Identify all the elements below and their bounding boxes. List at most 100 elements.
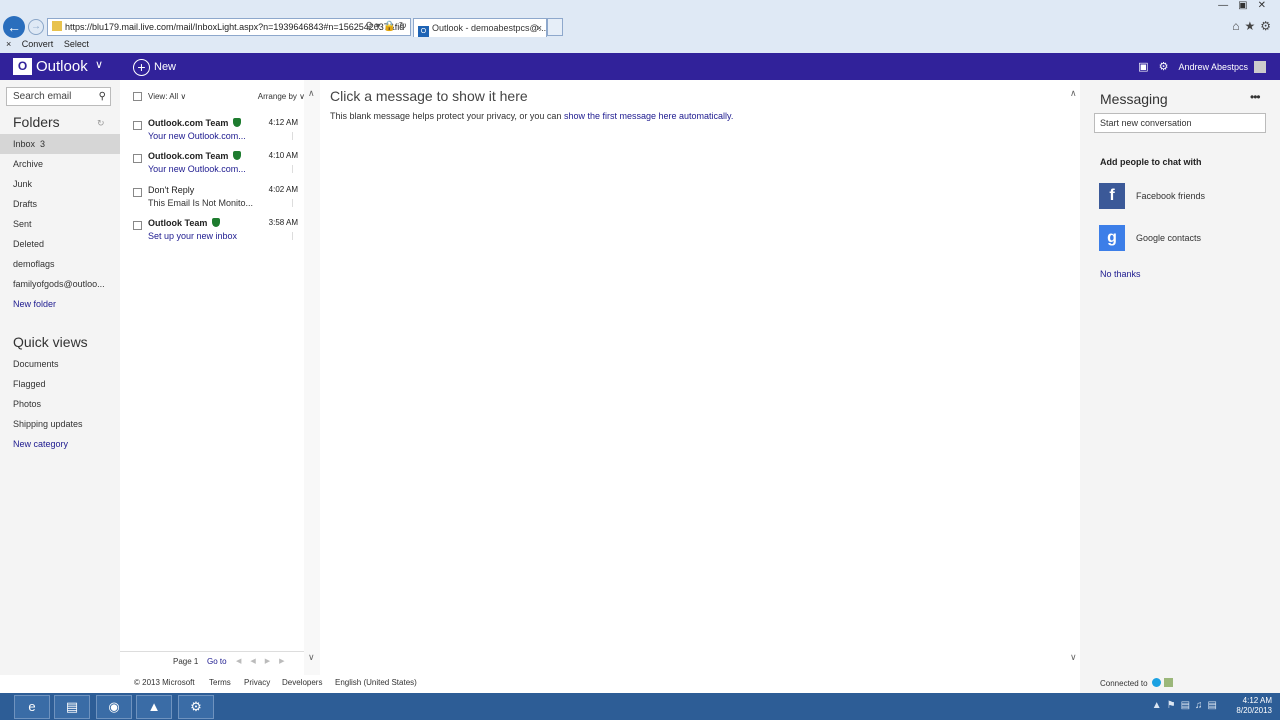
scroll-up-icon[interactable]: ∧: [308, 88, 315, 99]
chrome-icon[interactable]: ◉: [96, 695, 132, 719]
folder-drafts[interactable]: Drafts: [0, 194, 120, 214]
quick-view-shipping-updates[interactable]: Shipping updates: [0, 414, 120, 434]
folder-junk[interactable]: Junk: [0, 174, 120, 194]
list-item[interactable]: Outlook.com Team 4:10 AM Your new Outloo…: [133, 151, 298, 181]
search-icon[interactable]: ⚲: [99, 88, 106, 105]
quick-view-flagged[interactable]: Flagged: [0, 374, 120, 394]
facebook-icon: f: [1099, 183, 1125, 209]
message-checkbox[interactable]: [133, 121, 142, 130]
folder-label: Sent: [13, 219, 32, 229]
flag-icon[interactable]: [292, 165, 298, 173]
browser-toolbar-icons[interactable]: ⌂★⚙: [1232, 19, 1276, 33]
new-category-link[interactable]: New category: [0, 434, 120, 454]
select-all-checkbox[interactable]: [133, 92, 142, 101]
folder-sent[interactable]: Sent: [0, 214, 120, 234]
new-tab-button[interactable]: [547, 18, 563, 36]
list-header: View: All ∨ Arrange by ∨: [133, 92, 305, 102]
message-checkbox[interactable]: [133, 154, 142, 163]
privacy-note: This blank message helps protect your pr…: [330, 111, 564, 121]
folder-icon[interactable]: ▤: [54, 695, 90, 719]
message-checkbox[interactable]: [133, 221, 142, 230]
messaging-pane: Messaging ••• Start new conversation Add…: [1080, 80, 1280, 693]
sender-name: Outlook.com Team: [148, 151, 229, 161]
scroll-down-icon[interactable]: ∨: [1070, 652, 1077, 663]
forward-arrow-icon[interactable]: →: [28, 19, 44, 35]
user-name[interactable]: Andrew Abestpcs: [1178, 62, 1248, 72]
facebook-label: Facebook friends: [1136, 191, 1206, 201]
message-subject: Your new Outlook.com...: [148, 131, 246, 141]
message-sender: Outlook Team: [148, 218, 221, 228]
clock[interactable]: 4:12 AM 8/20/2013: [1236, 696, 1272, 716]
chevron-down-icon: ∨: [180, 92, 187, 101]
logo-text: Outlook: [36, 58, 88, 75]
avatar[interactable]: [1254, 60, 1266, 73]
system-tray-icons[interactable]: ▲⚑▤♫▤: [1152, 700, 1222, 711]
flag-icon[interactable]: [292, 199, 298, 207]
address-bar-icons[interactable]: ⚲ ▾ 🔒 ↻: [365, 19, 407, 35]
arrange-by-label: Arrange by: [257, 92, 297, 101]
facebook-friends-button[interactable]: f Facebook friends: [1099, 183, 1205, 209]
developers-link[interactable]: Developers: [282, 675, 322, 691]
list-scrollbar[interactable]: ∧ ∨: [304, 80, 320, 675]
search-input[interactable]: Search email ⚲: [6, 87, 111, 106]
arrange-by-dropdown[interactable]: Arrange by ∨: [258, 92, 305, 101]
gear-icon[interactable]: ⚙: [1159, 60, 1169, 73]
quick-view-photos[interactable]: Photos: [0, 394, 120, 414]
message-subject: Your new Outlook.com...: [148, 164, 246, 174]
more-options-icon[interactable]: •••: [1250, 90, 1261, 104]
quick-view-documents[interactable]: Documents: [0, 354, 120, 374]
back-arrow-icon[interactable]: ←: [3, 16, 25, 38]
new-folder-link[interactable]: New folder: [0, 294, 120, 314]
folder-inbox[interactable]: Inbox 3: [0, 134, 120, 154]
chevron-down-icon[interactable]: ∨: [95, 58, 103, 71]
pager-arrows-icon[interactable]: ◀◀▶▶: [236, 652, 294, 672]
new-label: New: [154, 61, 177, 73]
terms-link[interactable]: Terms: [209, 675, 231, 691]
window-controls[interactable]: —▣✕: [1218, 0, 1276, 11]
skype-icon: [1151, 678, 1161, 687]
unread-count-badge: 3: [40, 139, 46, 149]
show-first-message-link[interactable]: show the first message here automaticall…: [564, 111, 733, 121]
no-thanks-link[interactable]: No thanks: [1100, 269, 1141, 279]
outlook-logo[interactable]: O Outlook: [13, 57, 88, 76]
select-button[interactable]: Select: [64, 39, 89, 49]
outlook-tab-icon: O: [418, 26, 429, 37]
privacy-link[interactable]: Privacy: [244, 675, 270, 691]
list-item[interactable]: Outlook Team 3:58 AM Set up your new inb…: [133, 218, 298, 248]
flag-icon[interactable]: [292, 232, 298, 240]
people-icon: [1163, 678, 1173, 687]
list-item[interactable]: Outlook.com Team 4:12 AM Your new Outloo…: [133, 118, 298, 148]
ie-icon[interactable]: e: [14, 695, 50, 719]
google-contacts-button[interactable]: g Google contacts: [1099, 225, 1201, 251]
folder-deleted[interactable]: Deleted: [0, 234, 120, 254]
verified-shield-icon: [212, 218, 221, 227]
flag-icon[interactable]: [292, 132, 298, 140]
browser-tab-outlook[interactable]: O Outlook - demoabestpcs@... ×: [413, 18, 547, 37]
close-command-bar-icon[interactable]: ×: [6, 39, 11, 49]
connected-status: Connected to: [1100, 678, 1173, 688]
view-filter-dropdown[interactable]: View: All ∨: [148, 92, 186, 101]
folder-label: Junk: [13, 179, 33, 189]
tab-close-icon[interactable]: ×: [537, 19, 542, 37]
clock-date: 8/20/2013: [1236, 706, 1272, 715]
scroll-up-icon[interactable]: ∧: [1070, 88, 1077, 99]
folder-label: familyofgods@outloo...: [13, 279, 105, 289]
message-checkbox[interactable]: [133, 188, 142, 197]
folder-label: Inbox: [13, 139, 36, 149]
tool-icon[interactable]: ⚙: [178, 695, 214, 719]
app-icon[interactable]: ▲: [136, 695, 172, 719]
app-header: O Outlook ∨ + New ▣ ⚙ Andrew Abestpcs: [0, 53, 1280, 80]
go-to-link[interactable]: Go to: [207, 652, 227, 672]
chat-icon[interactable]: ▣: [1138, 60, 1148, 73]
folder-demoflags[interactable]: demoflags: [0, 254, 120, 274]
convert-button[interactable]: Convert: [22, 39, 54, 49]
folder-familyofgods[interactable]: familyofgods@outloo...: [0, 274, 120, 294]
folder-archive[interactable]: Archive: [0, 154, 120, 174]
scroll-down-icon[interactable]: ∨: [308, 652, 315, 663]
new-conversation-input[interactable]: Start new conversation: [1094, 113, 1266, 133]
address-bar[interactable]: https://blu179.mail.live.com/mail/InboxL…: [47, 18, 411, 36]
new-message-button[interactable]: + New: [133, 58, 176, 76]
refresh-icon[interactable]: ↻: [97, 118, 105, 129]
list-item[interactable]: Don't Reply 4:02 AM This Email Is Not Mo…: [133, 185, 298, 215]
language-link[interactable]: English (United States): [335, 675, 417, 691]
